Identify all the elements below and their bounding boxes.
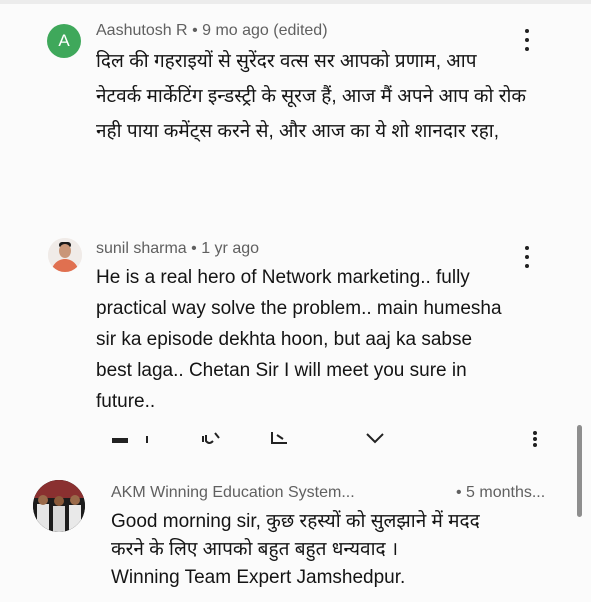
comment-text: Good morning sir, कुछ रहस्यों को सुलझाने…	[111, 508, 480, 592]
comment-line: Good morning sir, कुछ रहस्यों को सुलझाने…	[111, 511, 480, 532]
comment-author[interactable]: AKM Winning Education System...	[111, 484, 355, 502]
avatar-photo	[33, 480, 85, 532]
comment-item: AKM Winning Education System... • 5 mont…	[0, 0, 591, 602]
comment-line: करने के लिए आपको बहुत बहुत धन्यवाद ।	[111, 539, 399, 560]
comment-time: • 5 months...	[456, 484, 546, 501]
avatar[interactable]	[33, 480, 85, 532]
comment-line: Winning Team Expert Jamshedpur.	[111, 567, 406, 588]
